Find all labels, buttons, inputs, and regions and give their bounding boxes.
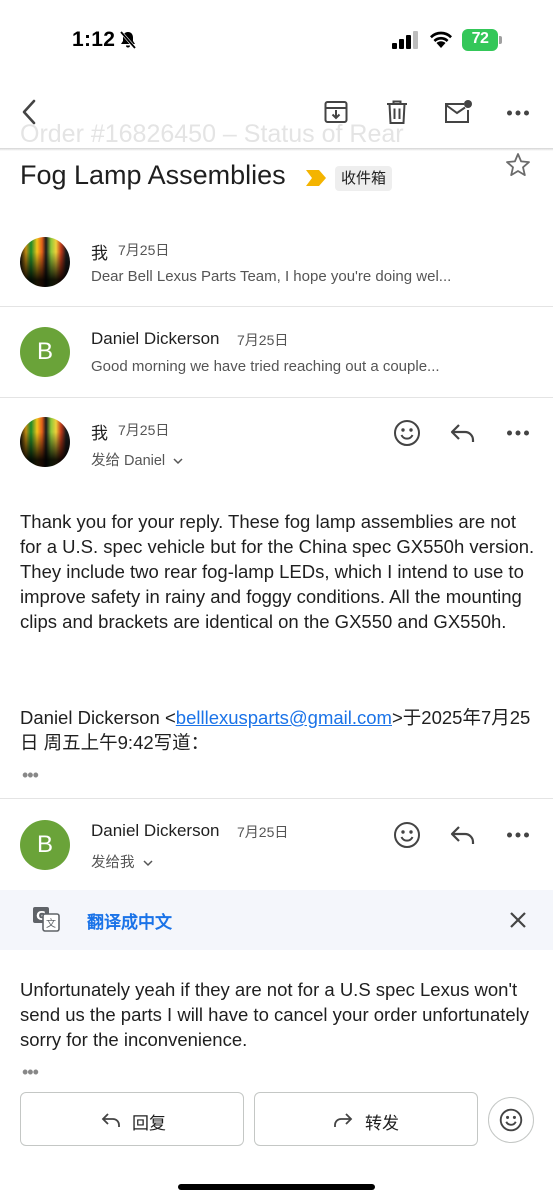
reply-button[interactable]: 回复 [20,1092,244,1146]
reply-icon [101,1113,120,1127]
avatar: B [20,820,70,870]
chevron-down-icon [143,860,153,867]
message-date: 7月25日 [237,824,289,840]
chevron-down-icon [173,458,183,465]
more-options-icon[interactable] [506,109,530,117]
translate-icon: G 文 [32,906,60,932]
avatar: B [20,327,70,377]
recipient-details-toggle[interactable]: 发给我 [91,851,153,872]
avatar [20,237,70,287]
sender-name: Daniel Dickerson [91,329,220,348]
reply-icon[interactable] [449,421,477,445]
recipient-details-toggle[interactable]: 发给 Daniel [91,449,183,470]
message-body: Thank you for your reply. These fog lamp… [20,511,535,632]
forward-label: 转发 [365,1114,399,1133]
sender-name: 我 [91,424,108,443]
home-indicator [178,1184,375,1190]
close-icon[interactable] [508,910,528,930]
silent-bell-icon [118,30,138,50]
emoji-reaction-icon[interactable] [393,419,421,447]
show-trimmed-content-button[interactable]: ••• [22,1062,39,1083]
forward-icon [334,1113,353,1127]
emoji-reaction-button[interactable] [488,1097,534,1143]
archive-icon[interactable] [323,99,349,125]
divider [0,397,553,398]
translate-button[interactable]: 翻译成中文 [87,908,172,933]
recipient-text: 发给我 [91,855,135,871]
battery-indicator: 72 [462,29,502,51]
more-options-icon[interactable] [506,429,530,437]
show-trimmed-content-button[interactable]: ••• [22,765,39,786]
cellular-signal-icon [392,31,420,49]
sender-name: Daniel Dickerson [91,821,220,840]
message-snippet: Dear Bell Lexus Parts Team, I hope you'r… [91,268,452,285]
message-row-collapsed[interactable]: B Daniel Dickerson 7月25日 Good morning we… [0,307,553,397]
battery-level: 72 [471,30,489,47]
message-date: 7月25日 [118,422,170,438]
toolbar-shadow [0,148,553,151]
status-time: 1:12 [72,28,116,51]
trash-icon[interactable] [385,99,409,125]
quote-prefix: Daniel Dickerson < [20,707,176,728]
inbox-label-chip[interactable]: 收件箱 [335,166,393,191]
message-date: 7月25日 [118,242,170,258]
reply-label: 回复 [132,1114,166,1133]
mark-unread-icon[interactable] [443,99,473,125]
message-date: 7月25日 [237,332,289,348]
divider [0,798,553,799]
emoji-reaction-icon[interactable] [393,821,421,849]
sender-name: 我 [91,244,108,263]
star-icon[interactable] [505,152,531,178]
forward-button[interactable]: 转发 [254,1092,478,1146]
message-snippet: Good morning we have tried reaching out … [91,358,440,375]
back-arrow-icon[interactable] [16,98,42,126]
svg-text:文: 文 [46,917,56,930]
important-marker-icon[interactable] [305,169,327,187]
more-options-icon[interactable] [506,831,530,839]
emoji-icon [499,1108,523,1132]
avatar [20,417,70,467]
translate-bar [0,890,553,950]
recipient-text: 发给 Daniel [91,453,166,469]
wifi-icon [428,28,454,50]
message-body: Unfortunately yeah if they are not for a… [20,979,530,1050]
message-row-collapsed[interactable]: 我 7月25日 Dear Bell Lexus Parts Team, I ho… [0,222,553,306]
quoted-header: Daniel Dickerson <belllexusparts@gmail.c… [20,705,540,755]
subject-title: Fog Lamp Assemblies [20,160,286,190]
email-link[interactable]: belllexusparts@gmail.com [176,707,392,728]
reply-icon[interactable] [449,823,477,847]
